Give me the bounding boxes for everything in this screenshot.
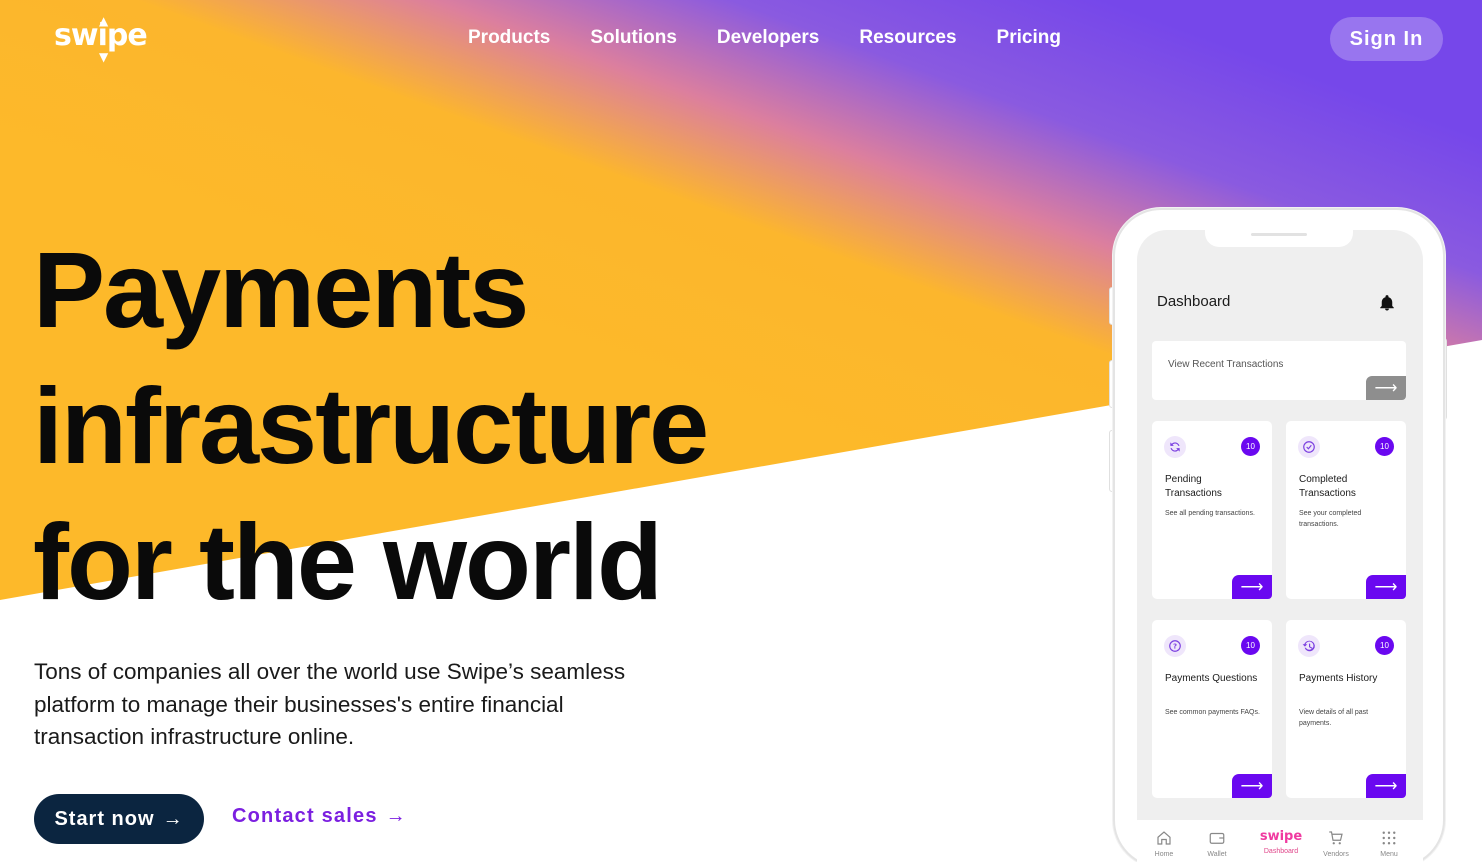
nav-links: Products Solutions Developers Resources … xyxy=(468,27,1061,49)
arrow-right-icon: → xyxy=(385,805,407,827)
tab-vendors[interactable]: Vendors xyxy=(1311,828,1361,858)
top-nav: swipe ▲ ▼ Products Solutions Developers … xyxy=(0,0,1482,80)
contact-sales-link[interactable]: Contact sales → xyxy=(232,805,407,828)
arrow-right-icon[interactable]: ⟶ xyxy=(1232,575,1272,599)
start-now-label: Start now xyxy=(54,807,155,830)
headline-line-1: Payments xyxy=(33,229,529,350)
phone-mockup: Dashboard View Recent Transactions ⟶ 10 … xyxy=(1113,208,1445,862)
nav-link-pricing[interactable]: Pricing xyxy=(997,27,1061,49)
nav-link-products[interactable]: Products xyxy=(468,27,550,49)
start-now-button[interactable]: Start now → xyxy=(34,794,204,844)
tab-label: Dashboard xyxy=(1263,848,1299,855)
arrow-down-icon: ▼ xyxy=(99,50,108,64)
arrow-right-icon[interactable]: ⟶ xyxy=(1366,376,1406,400)
count-badge: 10 xyxy=(1241,636,1260,655)
completed-transactions-card[interactable]: 10 Completed Transactions See your compl… xyxy=(1286,421,1406,599)
nav-link-resources[interactable]: Resources xyxy=(859,27,956,49)
card-description: See common payments FAQs. xyxy=(1165,709,1260,716)
hero-headline: Payments infrastructure for the world xyxy=(33,222,709,630)
arrow-right-icon[interactable]: ⟶ xyxy=(1366,575,1406,599)
card-title: Payments Questions xyxy=(1165,673,1258,684)
sign-in-button[interactable]: Sign In xyxy=(1330,17,1443,61)
tab-label: Wallet xyxy=(1207,851,1227,858)
card-description: See your completed transactions. xyxy=(1299,510,1362,528)
cart-icon xyxy=(1329,831,1343,845)
count-badge: 10 xyxy=(1375,437,1394,456)
recent-transactions-label: View Recent Transactions xyxy=(1168,359,1284,370)
card-title: Completed Transactions xyxy=(1299,474,1356,499)
tab-wallet[interactable]: Wallet xyxy=(1192,828,1242,858)
hero-subtext: Tons of companies all over the world use… xyxy=(34,659,626,749)
home-icon xyxy=(1157,831,1171,845)
phone-tab-bar: Home Wallet swipe Dashboard Vendors Menu xyxy=(1137,820,1423,862)
card-title: Payments History xyxy=(1299,673,1378,684)
recent-transactions-card[interactable]: View Recent Transactions ⟶ xyxy=(1152,341,1406,400)
headline-line-3: for the world xyxy=(33,501,663,622)
swipe-logo[interactable]: swipe ▲ ▼ xyxy=(54,14,148,64)
payments-questions-card[interactable]: ? 10 Payments Questions See common payme… xyxy=(1152,620,1272,798)
pending-transactions-card[interactable]: 10 Pending Transactions See all pending … xyxy=(1152,421,1272,599)
card-description: View details of all past payments. xyxy=(1299,709,1369,727)
bell-icon[interactable] xyxy=(1378,294,1396,312)
tab-dashboard[interactable]: swipe Dashboard xyxy=(1256,828,1306,855)
count-badge: 10 xyxy=(1375,636,1394,655)
tab-home[interactable]: Home xyxy=(1139,828,1189,858)
history-icon xyxy=(1298,635,1320,657)
notch-speaker xyxy=(1251,233,1307,236)
dashboard-title: Dashboard xyxy=(1157,293,1231,310)
tab-label: Vendors xyxy=(1323,851,1349,858)
nav-link-developers[interactable]: Developers xyxy=(717,27,819,49)
grid-icon xyxy=(1382,831,1396,845)
card-description: See all pending transactions. xyxy=(1165,510,1255,517)
arrow-right-icon[interactable]: ⟶ xyxy=(1232,774,1272,798)
headline-line-2: infrastructure xyxy=(33,365,709,486)
wallet-icon xyxy=(1209,832,1225,844)
refresh-icon xyxy=(1164,436,1186,458)
phone-screen: Dashboard View Recent Transactions ⟶ 10 … xyxy=(1137,230,1423,862)
question-icon: ? xyxy=(1164,635,1186,657)
phone-notch xyxy=(1205,230,1353,247)
payments-history-card[interactable]: 10 Payments History View details of all … xyxy=(1286,620,1406,798)
swipe-logo: swipe xyxy=(1259,829,1303,844)
tab-label: Menu xyxy=(1380,851,1398,858)
nav-link-solutions[interactable]: Solutions xyxy=(590,27,677,49)
svg-text:?: ? xyxy=(1173,643,1177,651)
tab-label: Home xyxy=(1154,851,1174,858)
arrow-right-icon[interactable]: ⟶ xyxy=(1366,774,1406,798)
arrow-right-icon: → xyxy=(162,807,184,830)
contact-sales-label: Contact sales xyxy=(232,805,378,827)
check-circle-icon xyxy=(1298,436,1320,458)
count-badge: 10 xyxy=(1241,437,1260,456)
tab-menu[interactable]: Menu xyxy=(1364,828,1414,858)
card-title: Pending Transactions xyxy=(1165,474,1222,499)
arrow-up-icon: ▲ xyxy=(99,14,108,28)
